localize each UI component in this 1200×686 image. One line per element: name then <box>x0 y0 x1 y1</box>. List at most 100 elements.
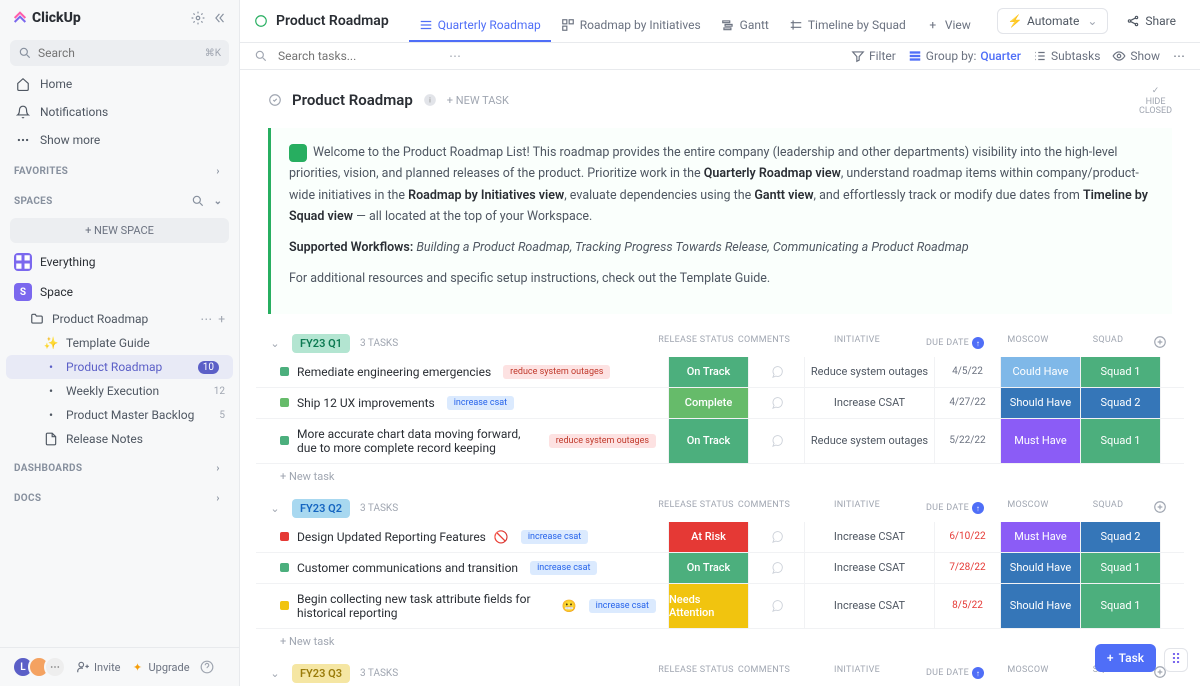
group-chip[interactable]: FY23 Q2 <box>292 499 350 518</box>
more-icon[interactable]: ⋯ <box>200 312 212 326</box>
favorites-header[interactable]: FAVORITES› <box>0 154 239 184</box>
comments-cell[interactable] <box>748 419 804 463</box>
add-task-row[interactable]: + New task <box>256 629 1184 654</box>
view-tab[interactable]: Roadmap by Initiatives <box>551 10 711 42</box>
task-name[interactable]: Begin collecting new task attribute fiel… <box>297 592 554 620</box>
moscow-cell[interactable]: Must Have <box>1000 522 1080 552</box>
initiative-cell[interactable]: Increase CSAT <box>804 553 934 583</box>
more-icon[interactable]: ⋯ <box>1172 49 1186 63</box>
group-header[interactable]: ⌄FY23 Q33 TASKSRELEASE STATUSCOMMENTSINI… <box>256 660 1184 686</box>
initiative-cell[interactable]: Increase CSAT <box>804 522 934 552</box>
col-header-due[interactable]: DUE DATE↑ <box>922 335 988 352</box>
task-name[interactable]: Remediate engineering emergencies <box>297 365 491 379</box>
info-icon[interactable]: i <box>423 93 437 107</box>
task-tag[interactable]: increase csat <box>589 599 656 613</box>
dashboards-header[interactable]: DASHBOARDS› <box>0 451 239 481</box>
moscow-cell[interactable]: Must Have <box>1000 419 1080 463</box>
col-header-status[interactable]: RELEASE STATUS <box>656 665 736 682</box>
breadcrumb-title[interactable]: Product Roadmap <box>254 13 389 29</box>
col-header-status[interactable]: RELEASE STATUS <box>656 335 736 352</box>
status-square[interactable] <box>280 398 289 407</box>
col-header-moscow[interactable]: MOSCOW <box>988 335 1068 352</box>
tree-item[interactable]: •Product Master Backlog5 <box>0 403 239 427</box>
new-space-button[interactable]: + NEW SPACE <box>10 218 229 243</box>
col-header-comments[interactable]: COMMENTS <box>736 335 792 352</box>
task-tag[interactable]: increase csat <box>521 530 588 544</box>
initiative-cell[interactable]: Increase CSAT <box>804 584 934 628</box>
col-header-initiative[interactable]: INITIATIVE <box>792 665 922 682</box>
show-button[interactable]: Show <box>1112 49 1160 63</box>
everything-item[interactable]: Everything <box>0 247 239 277</box>
squad-cell[interactable]: Squad 2 <box>1080 388 1160 418</box>
release-status-cell[interactable]: On Track <box>668 553 748 583</box>
group-chip[interactable]: FY23 Q1 <box>292 334 350 353</box>
status-square[interactable] <box>280 601 289 610</box>
task-tag[interactable]: increase csat <box>530 561 597 575</box>
task-tag[interactable]: increase csat <box>447 396 514 410</box>
initiative-cell[interactable]: Increase CSAT <box>804 388 934 418</box>
moscow-cell[interactable]: Should Have <box>1000 553 1080 583</box>
task-name[interactable]: Ship 12 UX improvements <box>297 396 435 410</box>
due-date-cell[interactable]: 6/10/22 <box>934 522 1000 552</box>
status-square[interactable] <box>280 563 289 572</box>
sort-indicator[interactable]: ↑ <box>972 502 984 514</box>
initiative-cell[interactable]: Reduce system outages <box>804 357 934 387</box>
release-status-cell[interactable]: Complete <box>668 388 748 418</box>
chevron-down-icon[interactable]: ⌄ <box>211 194 225 208</box>
squad-cell[interactable]: Squad 1 <box>1080 357 1160 387</box>
task-name[interactable]: Customer communications and transition <box>297 561 518 575</box>
sort-indicator[interactable]: ↑ <box>972 337 984 349</box>
tree-item[interactable]: Product Roadmap⋯+ <box>0 307 239 331</box>
col-header-initiative[interactable]: INITIATIVE <box>792 335 922 352</box>
task-name[interactable]: Design Updated Reporting Features <box>297 530 486 544</box>
spaces-header[interactable]: SPACES⌄ <box>0 184 239 214</box>
sidebar-search[interactable]: ⌘K <box>10 40 229 66</box>
new-task-fab[interactable]: +Task <box>1095 644 1156 672</box>
space-item[interactable]: SSpace <box>0 277 239 307</box>
apps-button[interactable]: ⠿ <box>1164 648 1188 672</box>
due-date-cell[interactable]: 5/22/22 <box>934 419 1000 463</box>
settings-icon[interactable] <box>191 11 205 25</box>
add-view-button[interactable]: +View <box>916 10 981 42</box>
col-header-moscow[interactable]: MOSCOW <box>988 665 1068 682</box>
col-header-squad[interactable]: SQUAD <box>1068 335 1148 352</box>
chevron-down-icon[interactable]: ⌄ <box>268 666 282 680</box>
sidebar-search-input[interactable] <box>38 46 199 60</box>
new-task-link[interactable]: + NEW TASK <box>447 94 509 107</box>
group-chip[interactable]: FY23 Q3 <box>292 664 350 683</box>
status-square[interactable] <box>280 436 289 445</box>
release-status-cell[interactable]: At Risk <box>668 522 748 552</box>
upgrade-button[interactable]: ✦Upgrade <box>131 660 190 674</box>
group-header[interactable]: ⌄FY23 Q23 TASKSRELEASE STATUSCOMMENTSINI… <box>256 495 1184 522</box>
collapse-icon[interactable] <box>268 93 282 107</box>
add-column-button[interactable] <box>1148 500 1172 517</box>
release-status-cell[interactable]: On Track <box>668 419 748 463</box>
search-spaces-icon[interactable] <box>191 194 205 208</box>
task-tag[interactable]: reduce system outages <box>503 365 610 379</box>
initiative-cell[interactable]: Reduce system outages <box>804 419 934 463</box>
due-date-cell[interactable]: 4/27/22 <box>934 388 1000 418</box>
moscow-cell[interactable]: Should Have <box>1000 584 1080 628</box>
task-row[interactable]: Begin collecting new task attribute fiel… <box>256 584 1184 629</box>
tree-item[interactable]: •Weekly Execution12 <box>0 379 239 403</box>
status-square[interactable] <box>280 532 289 541</box>
add-task-row[interactable]: + New task <box>256 464 1184 489</box>
tree-item[interactable]: Release Notes <box>0 427 239 451</box>
comments-cell[interactable] <box>748 584 804 628</box>
task-row[interactable]: Ship 12 UX improvements increase csat Com… <box>256 388 1184 419</box>
nav-notifications[interactable]: Notifications <box>0 98 239 126</box>
col-header-due[interactable]: DUE DATE↑ <box>922 500 988 517</box>
task-row[interactable]: Customer communications and transition i… <box>256 553 1184 584</box>
comments-cell[interactable] <box>748 357 804 387</box>
view-tab[interactable]: Quarterly Roadmap <box>409 10 551 42</box>
due-date-cell[interactable]: 8/5/22 <box>934 584 1000 628</box>
hide-closed-toggle[interactable]: ✓HIDE CLOSED <box>1139 84 1172 116</box>
nav-home[interactable]: Home <box>0 70 239 98</box>
squad-cell[interactable]: Squad 2 <box>1080 522 1160 552</box>
plus-icon[interactable]: + <box>218 312 225 326</box>
sort-indicator[interactable]: ↑ <box>972 667 984 679</box>
squad-cell[interactable]: Squad 1 <box>1080 584 1160 628</box>
col-header-comments[interactable]: COMMENTS <box>736 665 792 682</box>
col-header-squad[interactable]: SQUAD <box>1068 500 1148 517</box>
task-search-input[interactable] <box>278 49 438 63</box>
